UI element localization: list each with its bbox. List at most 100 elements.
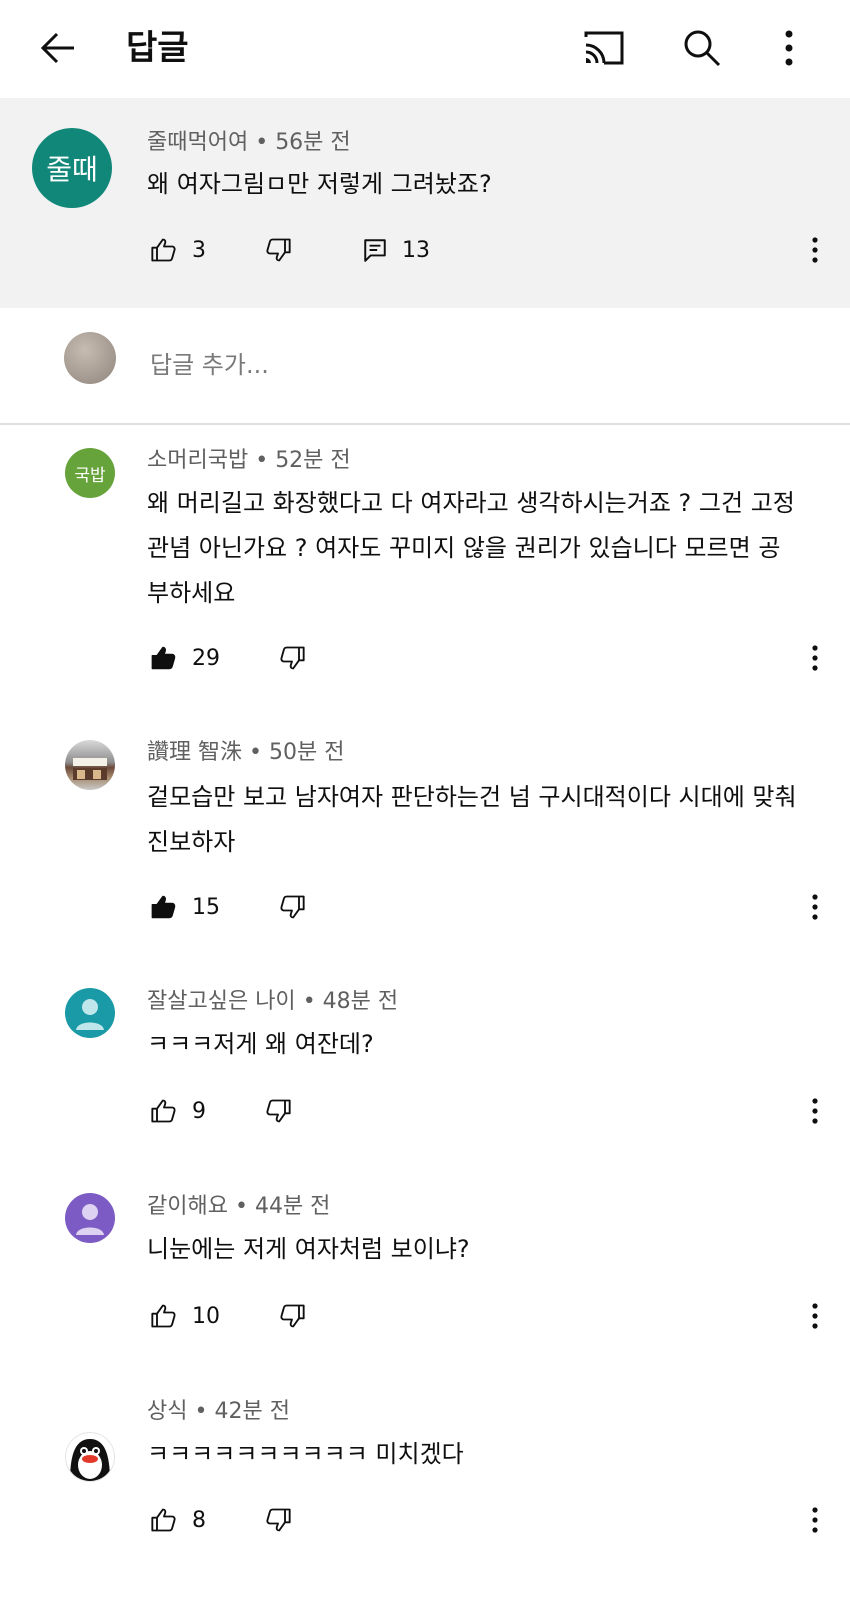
meta-separator: •: [255, 448, 276, 473]
comment-meta: 잘살고싶은 나이 • 48분 전: [147, 987, 398, 1017]
more-vertical-icon: [812, 894, 818, 920]
comment-text: 겉모습만 보고 남자여자 판단하는건 넘 구시대적이다 시대에 맞춰 진보하자: [147, 783, 797, 856]
like-button[interactable]: [150, 1506, 178, 1534]
comment-meta: 상식 • 42분 전: [147, 1397, 290, 1427]
author-name[interactable]: 잘살고싶은 나이: [147, 989, 296, 1014]
comment-actions: 9: [150, 1093, 292, 1129]
cast-button[interactable]: [578, 24, 630, 72]
like-count: 3: [192, 237, 206, 263]
comment-actions: 8: [150, 1502, 292, 1538]
replies-button[interactable]: 13: [362, 237, 430, 263]
avatar[interactable]: [65, 988, 115, 1038]
comment-menu-button[interactable]: [800, 1502, 830, 1538]
dislike-button[interactable]: [264, 236, 292, 264]
thumbs-up-icon: [151, 1508, 176, 1532]
like-count: 15: [192, 894, 220, 920]
thumbs-up-filled-icon: [151, 895, 176, 919]
comment-meta: 줄때먹어여 • 56분 전: [147, 128, 351, 158]
comment-menu-button[interactable]: [800, 640, 830, 676]
like-count: 10: [192, 1303, 220, 1329]
meta-separator: •: [302, 989, 323, 1014]
comment-menu-button[interactable]: [800, 1298, 830, 1334]
like-button[interactable]: [150, 644, 178, 672]
default-user-icon: [76, 999, 104, 1030]
more-vertical-icon: [812, 645, 818, 671]
meta-separator: •: [194, 1399, 215, 1424]
thumbs-down-icon: [266, 1099, 291, 1123]
more-vertical-icon: [785, 30, 793, 66]
back-button[interactable]: [30, 22, 86, 74]
more-options-button[interactable]: [774, 22, 804, 74]
comment-meta: 讚理 智洙 • 50분 전: [147, 738, 344, 768]
thumbs-down-icon: [266, 1508, 291, 1532]
comment-text: 니눈에는 저게 여자처럼 보이냐?: [147, 1235, 470, 1263]
reply-count: 13: [402, 237, 430, 263]
comment-meta: 소머리국밥 • 52분 전: [147, 446, 351, 476]
comment-meta: 같이해요 • 44분 전: [147, 1192, 330, 1222]
avatar[interactable]: 국밥: [65, 448, 115, 498]
search-icon: [684, 30, 721, 67]
author-name[interactable]: 같이해요: [147, 1194, 228, 1219]
timestamp: 42분 전: [214, 1399, 290, 1424]
comment-menu-button[interactable]: [800, 1093, 830, 1129]
meta-separator: •: [234, 1194, 255, 1219]
comment-text: ㅋㅋㅋㅋㅋㅋㅋㅋㅋㅋ 미치겠다: [147, 1440, 464, 1468]
avatar[interactable]: [65, 1193, 115, 1243]
thumbs-down-icon: [280, 646, 305, 670]
comment-text: ㅋㅋㅋ저게 왜 여잔데?: [147, 1030, 374, 1058]
dislike-button[interactable]: [278, 893, 306, 921]
like-count: 8: [192, 1507, 206, 1533]
timestamp: 56분 전: [275, 130, 351, 155]
timestamp: 52분 전: [275, 448, 351, 473]
default-user-icon: [76, 1204, 104, 1235]
thumbs-down-icon: [266, 238, 291, 262]
divider: [0, 423, 850, 425]
thumbs-down-icon: [280, 895, 305, 919]
author-name[interactable]: 讚理 智洙: [147, 740, 242, 765]
like-button[interactable]: [150, 1302, 178, 1330]
more-vertical-icon: [812, 1303, 818, 1329]
comment-actions: 3 13: [150, 232, 430, 268]
thumbs-up-icon: [151, 1099, 176, 1123]
more-vertical-icon: [812, 1098, 818, 1124]
comment-icon: [364, 239, 386, 262]
avatar[interactable]: 줄때: [32, 128, 112, 208]
more-vertical-icon: [812, 1507, 818, 1533]
search-button[interactable]: [676, 22, 728, 74]
more-vertical-icon: [812, 237, 818, 263]
dislike-button[interactable]: [264, 1506, 292, 1534]
like-count: 9: [192, 1098, 206, 1124]
parent-comment: 줄때 줄때먹어여 • 56분 전 왜 여자그림ㅁ만 저렇게 그려놨죠? 3 13: [0, 98, 850, 308]
comment-actions: 15: [150, 889, 306, 925]
author-name[interactable]: 상식: [147, 1399, 187, 1424]
dislike-button[interactable]: [278, 644, 306, 672]
reply-input[interactable]: 답글 추가...: [150, 348, 269, 382]
add-reply-row[interactable]: 답글 추가...: [0, 308, 850, 424]
timestamp: 50분 전: [268, 740, 345, 765]
comment-text: 왜 머리길고 화장했다고 다 여자라고 생각하시는거죠 ? 그건 고정관념 아닌…: [147, 489, 795, 607]
author-name[interactable]: 소머리국밥: [147, 448, 248, 473]
page-title: 답글: [126, 28, 189, 68]
dislike-button[interactable]: [264, 1097, 292, 1125]
like-button[interactable]: [150, 236, 178, 264]
like-button[interactable]: [150, 1097, 178, 1125]
meta-separator: •: [249, 740, 269, 765]
comment-menu-button[interactable]: [800, 889, 830, 925]
avatar[interactable]: [65, 740, 115, 790]
comment-actions: 10: [150, 1298, 306, 1334]
timestamp: 48분 전: [322, 989, 399, 1014]
thumbs-up-icon: [151, 1304, 176, 1328]
thumbs-up-icon: [151, 238, 176, 262]
timestamp: 44분 전: [254, 1194, 331, 1219]
comment-menu-button[interactable]: [800, 232, 830, 268]
thumbs-up-filled-icon: [151, 646, 176, 670]
meta-separator: •: [255, 130, 276, 155]
like-button[interactable]: [150, 893, 178, 921]
like-count: 29: [192, 645, 220, 671]
dislike-button[interactable]: [278, 1302, 306, 1330]
avatar[interactable]: [65, 1432, 115, 1482]
comment-actions: 29: [150, 640, 306, 676]
comment-text: 왜 여자그림ㅁ만 저렇게 그려놨죠?: [147, 170, 492, 198]
author-name[interactable]: 줄때먹어여: [147, 130, 248, 155]
top-bar: 답글: [0, 0, 850, 98]
